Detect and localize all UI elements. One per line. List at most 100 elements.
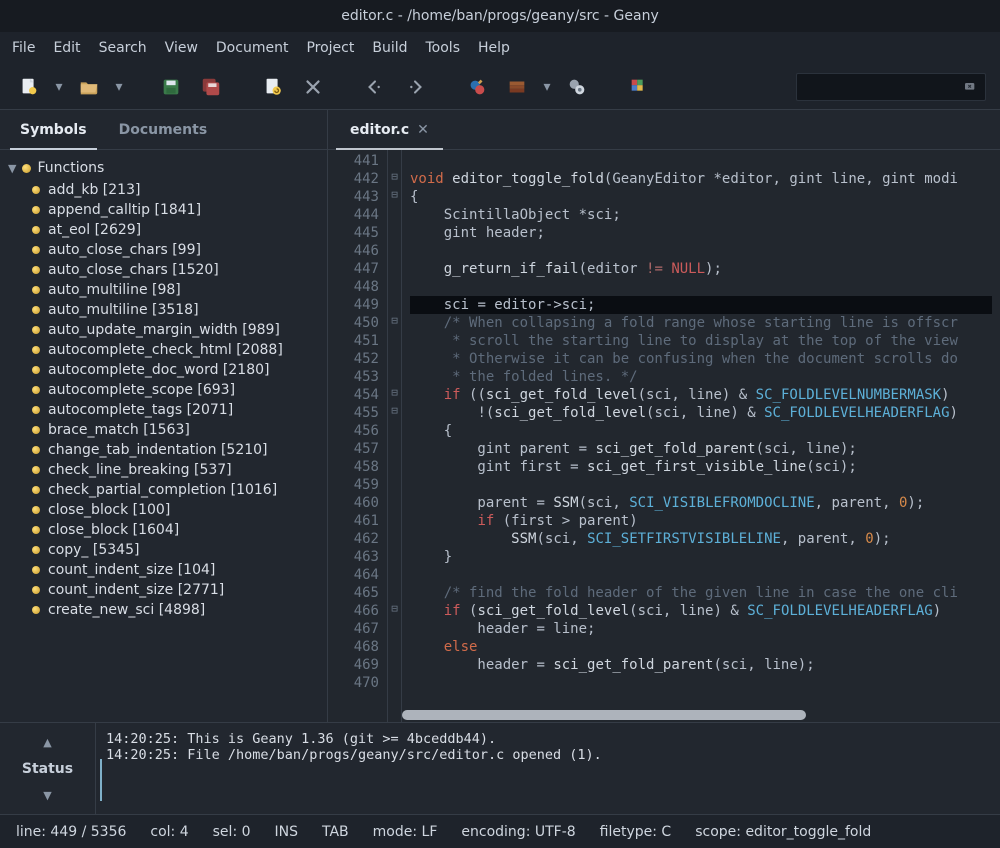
run-button[interactable]: [562, 72, 592, 102]
editor-tab-editor-c[interactable]: editor.c ✕: [336, 112, 443, 150]
nav-forward-button[interactable]: [400, 72, 430, 102]
code-line[interactable]: [410, 566, 992, 584]
save-all-button[interactable]: [196, 72, 226, 102]
menu-build[interactable]: Build: [372, 40, 407, 56]
menu-view[interactable]: View: [165, 40, 198, 56]
bullet-icon: [32, 246, 40, 254]
code-line[interactable]: header = sci_get_fold_parent(sci, line);: [410, 656, 992, 674]
symbol-item[interactable]: auto_multiline [98]: [32, 280, 323, 300]
toolbar-search-input[interactable]: [796, 73, 986, 101]
code-line[interactable]: if (first > parent): [410, 512, 992, 530]
code-line[interactable]: [410, 476, 992, 494]
nav-back-button[interactable]: [360, 72, 390, 102]
symbol-item[interactable]: auto_close_chars [1520]: [32, 260, 323, 280]
color-chooser-button[interactable]: [624, 72, 654, 102]
symbol-item[interactable]: close_block [100]: [32, 500, 323, 520]
code-line[interactable]: if (sci_get_fold_level(sci, line) & SC_F…: [410, 602, 992, 620]
symbol-item[interactable]: autocomplete_check_html [2088]: [32, 340, 323, 360]
code-line[interactable]: [410, 674, 992, 692]
compile-button[interactable]: [462, 72, 492, 102]
code-line[interactable]: g_return_if_fail(editor != NULL);: [410, 260, 992, 278]
code-line[interactable]: [410, 152, 992, 170]
menu-file[interactable]: File: [12, 40, 35, 56]
new-file-button[interactable]: [14, 72, 44, 102]
code-line[interactable]: {: [410, 422, 992, 440]
symbol-item[interactable]: auto_close_chars [99]: [32, 240, 323, 260]
open-file-button[interactable]: [74, 72, 104, 102]
symbol-item[interactable]: create_new_sci [4898]: [32, 600, 323, 620]
symbol-item[interactable]: append_calltip [1841]: [32, 200, 323, 220]
close-icon[interactable]: ✕: [417, 122, 429, 138]
symbol-item[interactable]: autocomplete_tags [2071]: [32, 400, 323, 420]
fold-margin[interactable]: ⊟⊟⊟⊟⊟⊟: [388, 150, 402, 722]
code-line[interactable]: header = line;: [410, 620, 992, 638]
menu-document[interactable]: Document: [216, 40, 289, 56]
menu-tools[interactable]: Tools: [426, 40, 461, 56]
symbol-item[interactable]: check_line_breaking [537]: [32, 460, 323, 480]
code-line[interactable]: void editor_toggle_fold(GeanyEditor *edi…: [410, 170, 992, 188]
code-line[interactable]: [410, 242, 992, 260]
menu-help[interactable]: Help: [478, 40, 510, 56]
code-line[interactable]: else: [410, 638, 992, 656]
symbol-item[interactable]: add_kb [213]: [32, 180, 323, 200]
bullet-icon: [32, 306, 40, 314]
editor-tabs: editor.c ✕: [328, 110, 1000, 150]
clear-icon[interactable]: [963, 79, 979, 95]
sidebar-tab-symbols[interactable]: Symbols: [10, 112, 97, 150]
open-file-dropdown[interactable]: ▾: [114, 79, 124, 95]
code-line[interactable]: !(sci_get_fold_level(sci, line) & SC_FOL…: [410, 404, 992, 422]
code-line[interactable]: [410, 278, 992, 296]
bullet-icon: [32, 346, 40, 354]
messages-body[interactable]: 14:20:25: This is Geany 1.36 (git >= 4bc…: [96, 723, 1000, 814]
menu-project[interactable]: Project: [306, 40, 354, 56]
save-button[interactable]: [156, 72, 186, 102]
symbol-item[interactable]: copy_ [5345]: [32, 540, 323, 560]
bullet-icon: [32, 466, 40, 474]
close-button[interactable]: [298, 72, 328, 102]
code-line[interactable]: /* find the fold header of the given lin…: [410, 584, 992, 602]
symbol-item[interactable]: count_indent_size [2771]: [32, 580, 323, 600]
chevron-up-icon[interactable]: ▲: [43, 736, 51, 749]
sidebar-tab-documents[interactable]: Documents: [109, 112, 218, 150]
code-line[interactable]: /* When collapsing a fold range whose st…: [410, 314, 992, 332]
build-button[interactable]: [502, 72, 532, 102]
chevron-down-icon[interactable]: ▼: [43, 789, 51, 802]
symbol-item[interactable]: auto_multiline [3518]: [32, 300, 323, 320]
code-line[interactable]: gint parent = sci_get_fold_parent(sci, l…: [410, 440, 992, 458]
code-line[interactable]: ScintillaObject *sci;: [410, 206, 992, 224]
symbol-item[interactable]: brace_match [1563]: [32, 420, 323, 440]
symbol-tree[interactable]: ▼ Functions add_kb [213]append_calltip […: [4, 158, 323, 620]
horizontal-scrollbar[interactable]: [402, 710, 996, 720]
symbol-item[interactable]: change_tab_indentation [5210]: [32, 440, 323, 460]
symbol-item[interactable]: close_block [1604]: [32, 520, 323, 540]
tree-group-functions[interactable]: ▼ Functions: [4, 158, 323, 178]
symbol-item[interactable]: check_partial_completion [1016]: [32, 480, 323, 500]
symbol-item[interactable]: autocomplete_scope [693]: [32, 380, 323, 400]
symbol-item[interactable]: at_eol [2629]: [32, 220, 323, 240]
menu-edit[interactable]: Edit: [53, 40, 80, 56]
status-filetype: filetype: C: [600, 824, 672, 840]
build-dropdown[interactable]: ▾: [542, 79, 552, 95]
bullet-icon: [32, 566, 40, 574]
code-line[interactable]: }: [410, 548, 992, 566]
reload-button[interactable]: [258, 72, 288, 102]
symbol-item[interactable]: count_indent_size [104]: [32, 560, 323, 580]
symbol-item[interactable]: autocomplete_doc_word [2180]: [32, 360, 323, 380]
code-line[interactable]: gint first = sci_get_first_visible_line(…: [410, 458, 992, 476]
messages-tab-switcher[interactable]: ▲ Status ▼: [0, 723, 96, 814]
code-line[interactable]: if ((sci_get_fold_level(sci, line) & SC_…: [410, 386, 992, 404]
code-line[interactable]: parent = SSM(sci, SCI_VISIBLEFROMDOCLINE…: [410, 494, 992, 512]
code-line[interactable]: * Otherwise it can be confusing when the…: [410, 350, 992, 368]
code-line[interactable]: * scroll the starting line to display at…: [410, 332, 992, 350]
code-line[interactable]: {: [410, 188, 992, 206]
status-col: col: 4: [150, 824, 188, 840]
code-line[interactable]: sci = editor->sci;: [410, 296, 992, 314]
symbol-item[interactable]: auto_update_margin_width [989]: [32, 320, 323, 340]
editor-body[interactable]: 4414424434444454464474484494504514524534…: [328, 150, 1000, 722]
menu-search[interactable]: Search: [99, 40, 147, 56]
code-line[interactable]: SSM(sci, SCI_SETFIRSTVISIBLELINE, parent…: [410, 530, 992, 548]
code-line[interactable]: gint header;: [410, 224, 992, 242]
code-line[interactable]: * the folded lines. */: [410, 368, 992, 386]
code-view[interactable]: void editor_toggle_fold(GeanyEditor *edi…: [402, 150, 1000, 722]
new-file-dropdown[interactable]: ▾: [54, 79, 64, 95]
